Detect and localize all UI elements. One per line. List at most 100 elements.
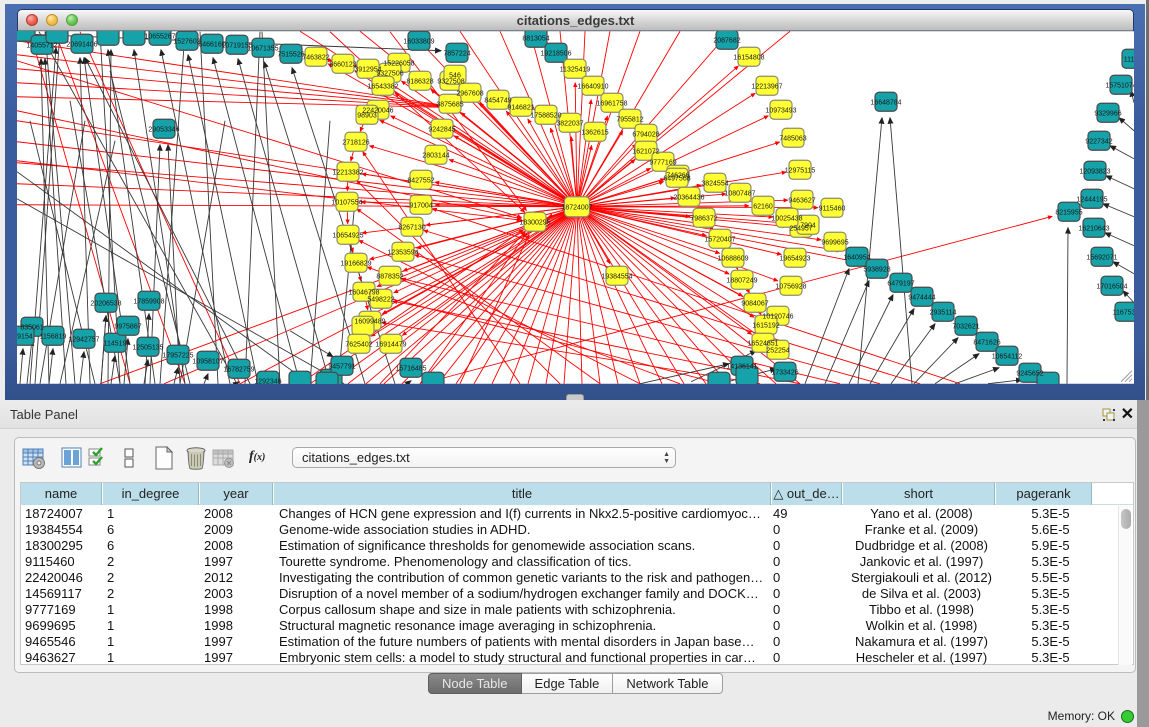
svg-text:15716485: 15716485 bbox=[395, 365, 426, 372]
svg-text:19384554: 19384554 bbox=[601, 273, 632, 280]
svg-text:9474444: 9474444 bbox=[908, 294, 935, 301]
svg-text:114519: 114519 bbox=[104, 340, 127, 347]
svg-text:2935114: 2935114 bbox=[930, 309, 957, 316]
svg-text:7986372: 7986372 bbox=[690, 215, 717, 222]
svg-text:1362615: 1362615 bbox=[581, 129, 608, 136]
svg-text:10654112: 10654112 bbox=[992, 353, 1023, 360]
svg-text:2967608: 2967608 bbox=[456, 90, 483, 97]
svg-text:11123: 11123 bbox=[1124, 56, 1134, 63]
svg-text:17957225: 17957225 bbox=[162, 352, 193, 359]
svg-text:10025438: 10025438 bbox=[771, 215, 802, 222]
svg-text:6497568: 6497568 bbox=[663, 175, 690, 182]
svg-text:39154: 39154 bbox=[17, 333, 33, 340]
svg-text:16543382: 16543382 bbox=[367, 83, 398, 90]
svg-text:12444195: 12444195 bbox=[1076, 196, 1107, 203]
svg-text:16640910: 16640910 bbox=[577, 83, 608, 90]
svg-text:2718126: 2718126 bbox=[342, 139, 369, 146]
svg-text:18724007: 18724007 bbox=[561, 204, 592, 211]
svg-text:9146821: 9146821 bbox=[507, 104, 534, 111]
svg-text:16914479: 16914479 bbox=[375, 341, 406, 348]
svg-text:8471626: 8471626 bbox=[973, 339, 1000, 346]
svg-text:9115460: 9115460 bbox=[819, 205, 846, 212]
svg-text:1621072: 1621072 bbox=[632, 148, 659, 155]
svg-text:20691406: 20691406 bbox=[66, 41, 97, 48]
svg-text:3824554: 3824554 bbox=[701, 180, 728, 187]
svg-text:835061: 835061 bbox=[20, 324, 43, 331]
svg-text:11325419: 11325419 bbox=[560, 66, 591, 73]
svg-text:9457791: 9457791 bbox=[328, 363, 355, 370]
svg-text:8215955: 8215955 bbox=[1055, 209, 1082, 216]
svg-text:9245652: 9245652 bbox=[1016, 370, 1043, 377]
svg-text:17016504: 17016504 bbox=[1096, 283, 1127, 290]
svg-text:3822037: 3822037 bbox=[556, 120, 583, 127]
svg-text:18300295: 18300295 bbox=[519, 219, 550, 226]
svg-text:8427552: 8427552 bbox=[407, 177, 434, 184]
svg-text:62160: 62160 bbox=[753, 203, 773, 210]
svg-text:9975867: 9975867 bbox=[114, 323, 141, 330]
svg-text:8454749: 8454749 bbox=[484, 97, 511, 104]
svg-text:19654923: 19654923 bbox=[779, 255, 810, 262]
svg-text:7904: 7904 bbox=[800, 222, 816, 229]
svg-text:9327506: 9327506 bbox=[376, 70, 403, 77]
svg-text:20206538: 20206538 bbox=[90, 300, 121, 307]
svg-text:16782759: 16782759 bbox=[223, 366, 254, 373]
svg-text:917004: 917004 bbox=[409, 202, 432, 209]
svg-text:10654925: 10654925 bbox=[332, 232, 363, 239]
svg-text:2803144: 2803144 bbox=[422, 152, 449, 159]
svg-text:9463627: 9463627 bbox=[788, 197, 815, 204]
svg-text:3875685: 3875685 bbox=[436, 101, 463, 108]
svg-text:15226058: 15226058 bbox=[383, 60, 414, 67]
svg-text:15720407: 15720407 bbox=[704, 236, 735, 243]
svg-text:9242845: 9242845 bbox=[428, 126, 455, 133]
svg-text:98903: 98903 bbox=[357, 112, 377, 119]
svg-text:10120746: 10120746 bbox=[762, 313, 793, 320]
svg-text:12213967: 12213967 bbox=[751, 83, 782, 90]
svg-text:16961758: 16961758 bbox=[596, 100, 627, 107]
svg-text:8878352: 8878352 bbox=[376, 273, 403, 280]
svg-text:5938928: 5938928 bbox=[863, 266, 890, 273]
svg-text:12213382: 12213382 bbox=[332, 169, 363, 176]
svg-text:17859908: 17859908 bbox=[133, 298, 164, 305]
svg-text:12505135: 12505135 bbox=[132, 344, 163, 351]
svg-text:9084067: 9084067 bbox=[741, 300, 768, 307]
svg-text:12942757: 12942757 bbox=[68, 336, 99, 343]
svg-text:9227342: 9227342 bbox=[1085, 138, 1112, 145]
svg-text:12093823: 12093823 bbox=[1079, 168, 1110, 175]
svg-text:15751074: 15751074 bbox=[1105, 82, 1134, 89]
svg-text:7485063: 7485063 bbox=[779, 135, 806, 142]
svg-text:19218506: 19218506 bbox=[540, 50, 571, 57]
svg-text:1615192: 1615192 bbox=[752, 322, 779, 329]
svg-text:10655267: 10655267 bbox=[144, 33, 175, 40]
svg-text:19166829: 19166829 bbox=[340, 260, 371, 267]
svg-text:14136141: 14136141 bbox=[726, 363, 757, 370]
svg-text:16033809: 16033809 bbox=[403, 38, 434, 45]
svg-text:9699695: 9699695 bbox=[821, 239, 848, 246]
svg-text:9327508: 9327508 bbox=[437, 78, 464, 85]
svg-text:12353594: 12353594 bbox=[387, 249, 418, 256]
svg-text:15692071: 15692071 bbox=[1086, 254, 1117, 261]
svg-text:9329966: 9329966 bbox=[1094, 110, 1121, 117]
svg-text:1167533: 1167533 bbox=[1113, 309, 1134, 316]
svg-text:1640954: 1640954 bbox=[843, 254, 870, 261]
svg-text:16524851: 16524851 bbox=[747, 340, 778, 347]
svg-text:5498222: 5498222 bbox=[367, 296, 394, 303]
svg-text:20364436: 20364436 bbox=[673, 194, 704, 201]
svg-text:10688609: 10688609 bbox=[717, 255, 748, 262]
svg-text:10973493: 10973493 bbox=[765, 107, 796, 114]
svg-text:17588520: 17588520 bbox=[530, 112, 561, 119]
svg-text:12975115: 12975115 bbox=[785, 167, 816, 174]
svg-text:10671355: 10671355 bbox=[247, 45, 278, 52]
svg-text:1292346: 1292346 bbox=[254, 378, 281, 384]
svg-text:7463822: 7463822 bbox=[302, 54, 329, 61]
svg-text:1733426: 1733426 bbox=[771, 369, 798, 376]
svg-text:9777169: 9777169 bbox=[649, 159, 676, 166]
svg-text:8660123: 8660123 bbox=[329, 61, 356, 68]
svg-text:7032621: 7032621 bbox=[952, 323, 979, 330]
svg-text:16210643: 16210643 bbox=[1078, 225, 1109, 232]
svg-text:16154808: 16154808 bbox=[733, 54, 764, 61]
svg-text:8267130: 8267130 bbox=[398, 224, 425, 231]
svg-text:16046798: 16046798 bbox=[348, 289, 379, 296]
svg-text:1527602: 1527602 bbox=[173, 38, 200, 45]
svg-text:6794028: 6794028 bbox=[632, 131, 659, 138]
svg-text:29053346: 29053346 bbox=[148, 126, 179, 133]
